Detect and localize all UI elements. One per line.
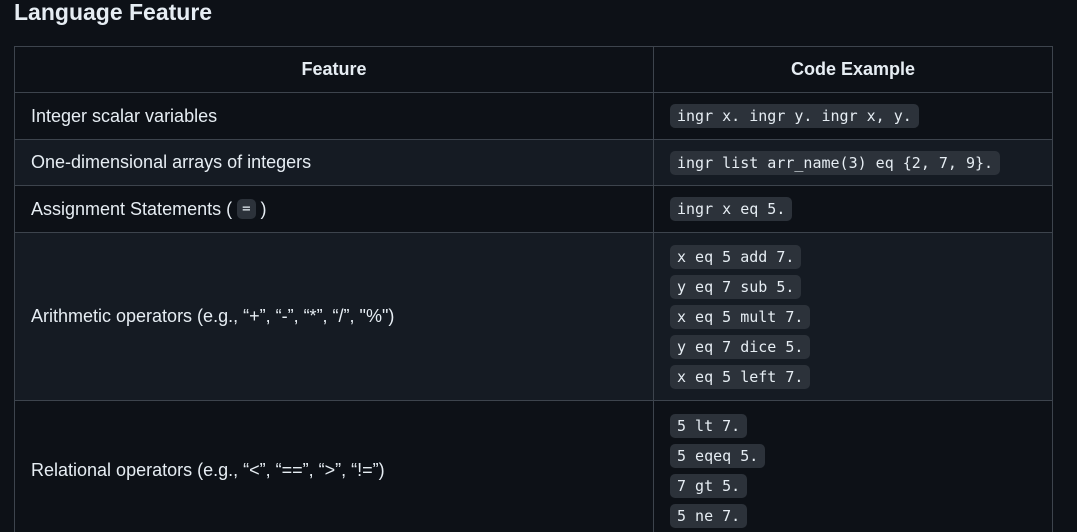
- code-example: y eq 7 sub 5.: [670, 274, 802, 299]
- feature-cell: One-dimensional arrays of integers: [14, 139, 654, 186]
- code-example: 5 lt 7.: [670, 413, 748, 438]
- header-code-example: Code Example: [653, 46, 1053, 93]
- code-cell: x eq 5 add 7. y eq 7 sub 5. x eq 5 mult …: [653, 232, 1053, 401]
- code-example: ingr x eq 5.: [670, 197, 793, 221]
- code-example: 7 gt 5.: [670, 473, 748, 498]
- code-cell: ingr x eq 5.: [653, 185, 1053, 233]
- code-example: 5 ne 7.: [670, 503, 748, 528]
- page-title: Language Feature: [14, 0, 213, 25]
- code-cell: ingr x. ingr y. ingr x, y.: [653, 92, 1053, 140]
- code-example: ingr list arr_name(3) eq {2, 7, 9}.: [670, 150, 1001, 175]
- code-example: x eq 5 add 7.: [670, 244, 802, 269]
- code-example: x eq 5 mult 7.: [670, 304, 811, 329]
- table-row: Relational operators (e.g., “<”, “==”, “…: [14, 400, 1053, 532]
- feature-table: Feature Code Example Integer scalar vari…: [14, 46, 1053, 532]
- code-example: 5 eqeq 5.: [670, 443, 766, 468]
- header-feature: Feature: [14, 46, 654, 93]
- table-row: Arithmetic operators (e.g., “+”, “-”, “*…: [14, 232, 1053, 401]
- table-row: Assignment Statements ( = ) ingr x eq 5.: [14, 185, 1053, 233]
- table-row: One-dimensional arrays of integers ingr …: [14, 139, 1053, 186]
- feature-cell: Relational operators (e.g., “<”, “==”, “…: [14, 400, 654, 532]
- code-example: ingr x. ingr y. ingr x, y.: [670, 104, 919, 128]
- feature-cell: Arithmetic operators (e.g., “+”, “-”, “*…: [14, 232, 654, 401]
- feature-cell: Assignment Statements ( = ): [14, 185, 654, 233]
- code-example: y eq 7 dice 5.: [670, 334, 811, 359]
- table-header-row: Feature Code Example: [14, 46, 1053, 93]
- inline-code: =: [237, 198, 256, 219]
- feature-text: ): [255, 198, 267, 219]
- feature-cell: Integer scalar variables: [14, 92, 654, 140]
- table-row: Integer scalar variables ingr x. ingr y.…: [14, 92, 1053, 140]
- code-example: x eq 5 left 7.: [670, 364, 811, 389]
- code-cell: 5 lt 7. 5 eqeq 5. 7 gt 5. 5 ne 7.: [653, 400, 1053, 532]
- code-cell: ingr list arr_name(3) eq {2, 7, 9}.: [653, 139, 1053, 186]
- feature-text: Assignment Statements (: [31, 198, 238, 219]
